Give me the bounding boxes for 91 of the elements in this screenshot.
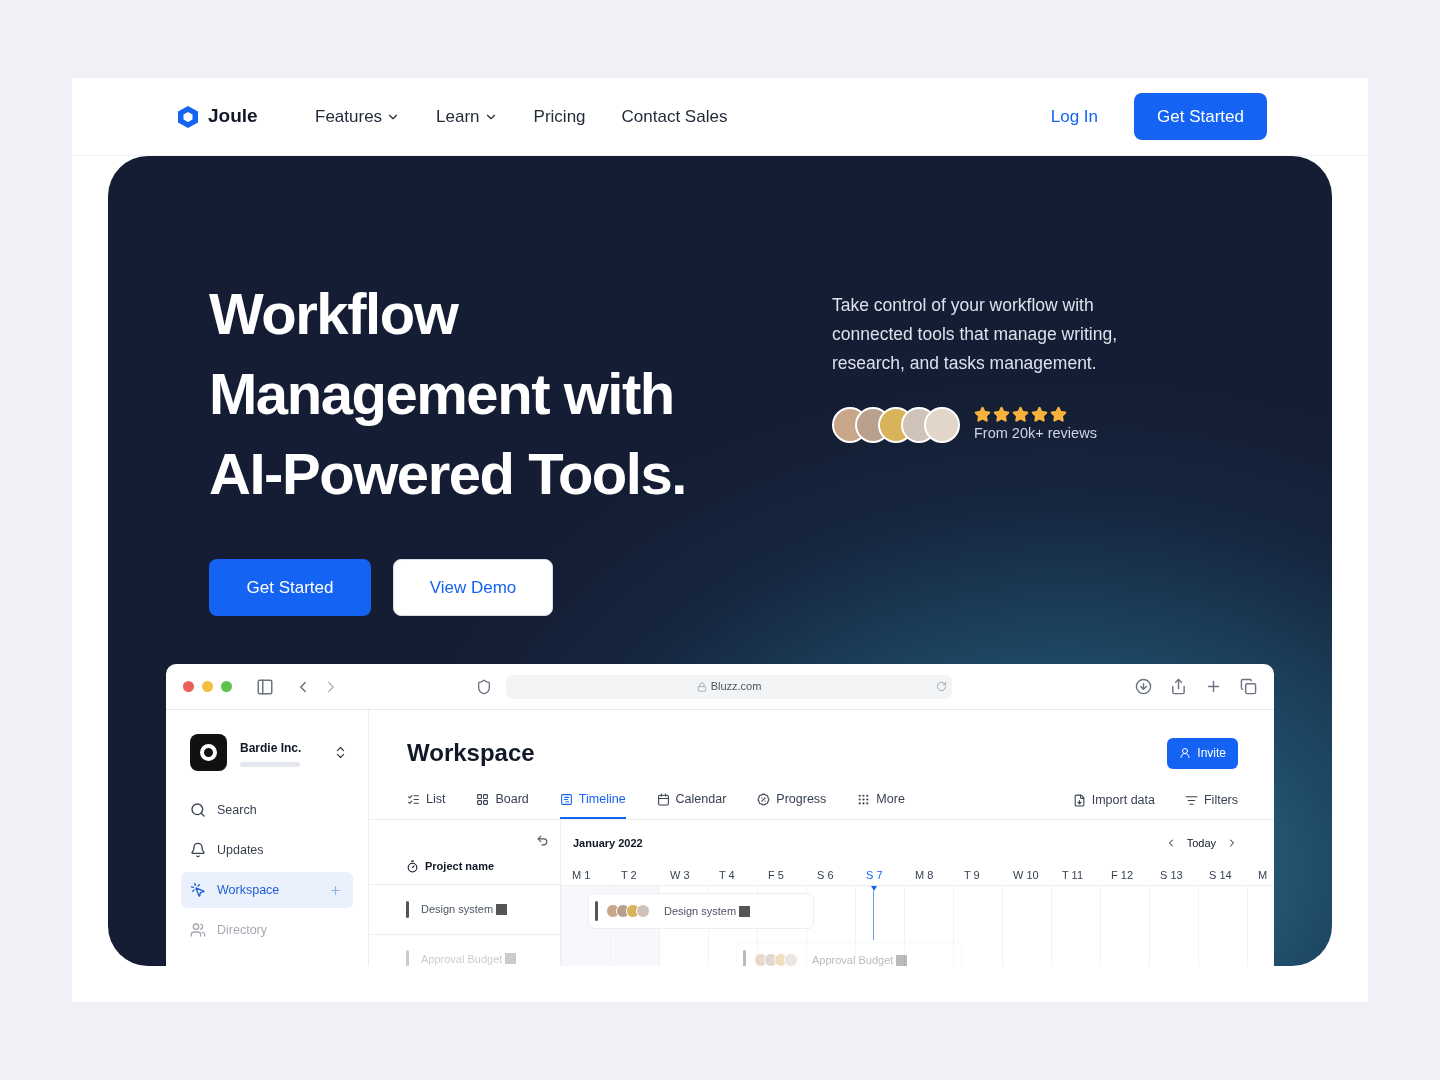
- timer-icon: [406, 859, 419, 873]
- percent-icon: [757, 792, 771, 806]
- share-icon[interactable]: [1170, 678, 1187, 695]
- sidebar-item[interactable]: Updates: [181, 832, 353, 868]
- row-marker: [406, 900, 409, 918]
- sidebar-item[interactable]: Workspace: [181, 872, 353, 908]
- day-label: S 13: [1160, 868, 1183, 881]
- shield-icon: [476, 678, 492, 695]
- sidebar-toggle-icon[interactable]: [256, 677, 274, 696]
- undo-icon[interactable]: [536, 834, 549, 847]
- today-button[interactable]: Today: [1186, 835, 1216, 852]
- toolbar-action[interactable]: Filters: [1184, 781, 1238, 819]
- day-label: M 1: [572, 868, 591, 881]
- row-marker: [406, 950, 409, 966]
- file-import-icon: [1072, 793, 1086, 807]
- toolbar-action[interactable]: Import data: [1072, 781, 1155, 819]
- nav-link[interactable]: Features: [315, 103, 401, 130]
- view-tab[interactable]: Board: [476, 781, 529, 819]
- day-label: S 14: [1209, 868, 1232, 881]
- day-label: W 10: [1013, 868, 1039, 881]
- bell-icon: [190, 842, 206, 858]
- day-label: T 4: [719, 868, 735, 881]
- login-link[interactable]: Log In: [1050, 103, 1098, 130]
- avatar: [764, 953, 778, 966]
- view-demo-button[interactable]: View Demo: [393, 559, 553, 616]
- star-icon: [974, 406, 991, 423]
- star-icon: [1012, 406, 1029, 423]
- dots-icon: [857, 792, 871, 806]
- search-icon: [190, 802, 206, 818]
- view-tab[interactable]: Progress: [757, 781, 827, 819]
- cursor-icon: [190, 882, 206, 898]
- view-tab[interactable]: List: [407, 781, 446, 819]
- day-label: T 2: [621, 868, 637, 881]
- avatar: [606, 904, 620, 918]
- day-label: W 3: [670, 868, 690, 881]
- day-label: T 11: [1062, 868, 1083, 881]
- month-label: January 2022: [573, 836, 643, 851]
- hero-headline: Workflow Management with AI-Powered Tools.: [209, 280, 687, 508]
- day-label: S 6: [817, 868, 834, 881]
- day-label: F 12: [1111, 868, 1133, 881]
- star-icon: [1050, 406, 1067, 423]
- nav-link[interactable]: Contact Sales: [621, 103, 728, 130]
- placeholder-bar: [240, 761, 300, 767]
- filter-icon: [1184, 793, 1198, 807]
- avatar: [754, 953, 768, 966]
- tabs-icon[interactable]: [1240, 678, 1257, 695]
- logo-icon: [176, 104, 200, 129]
- day-label: T 9: [964, 868, 980, 881]
- view-tab[interactable]: Calendar: [656, 781, 727, 819]
- page-title: Workspace: [407, 738, 535, 768]
- view-tab[interactable]: Timeline: [559, 781, 626, 819]
- lock-icon: [696, 681, 707, 692]
- org-logo: [190, 734, 227, 771]
- project-name[interactable]: Design system: [421, 901, 508, 918]
- day-label: M: [1258, 868, 1268, 881]
- day-label: M 8: [915, 868, 934, 881]
- day-label: F 5: [768, 868, 784, 881]
- download-icon[interactable]: [1135, 678, 1152, 695]
- day-label: S 7: [866, 868, 883, 881]
- task-label: Approval Budget: [812, 951, 908, 966]
- view-tab[interactable]: More: [857, 781, 905, 819]
- person-icon: [1179, 747, 1192, 759]
- org-name: Bardie Inc.: [240, 739, 302, 757]
- column-header: Project name: [425, 859, 495, 874]
- today-marker: [870, 886, 877, 940]
- avatar: [924, 407, 960, 444]
- task-label: Design system: [664, 902, 751, 920]
- avatar: [636, 904, 650, 918]
- nav-link[interactable]: Pricing: [533, 103, 586, 130]
- avatar: [774, 953, 788, 966]
- timeline-icon: [559, 792, 573, 806]
- grid-icon: [476, 792, 490, 806]
- sidebar-item[interactable]: Search: [181, 792, 353, 828]
- avatar: [616, 904, 630, 918]
- hero-description: Take control of your workflow with connected tools that manage writing, research, and tasks management.: [832, 294, 1119, 375]
- reviews-count: From 20k+ reviews: [974, 424, 1097, 443]
- checklist-icon: [407, 792, 420, 806]
- nav-link[interactable]: Learn: [436, 103, 498, 130]
- timeline-bar[interactable]: Design system: [588, 893, 814, 929]
- people-icon: [190, 922, 206, 938]
- avatar: [784, 953, 798, 966]
- new-tab-icon[interactable]: [1205, 678, 1222, 695]
- address-bar[interactable]: Bluzz.com: [506, 674, 952, 699]
- invite-button[interactable]: Invite: [1167, 737, 1238, 769]
- avatar: [626, 904, 640, 918]
- get-started-button[interactable]: Get Started: [209, 559, 371, 616]
- star-icon: [1031, 406, 1048, 423]
- get-started-button[interactable]: Get Started: [1134, 93, 1267, 140]
- star-icon: [993, 406, 1010, 423]
- brand-name: Joule: [208, 104, 258, 129]
- calendar-icon: [656, 792, 670, 806]
